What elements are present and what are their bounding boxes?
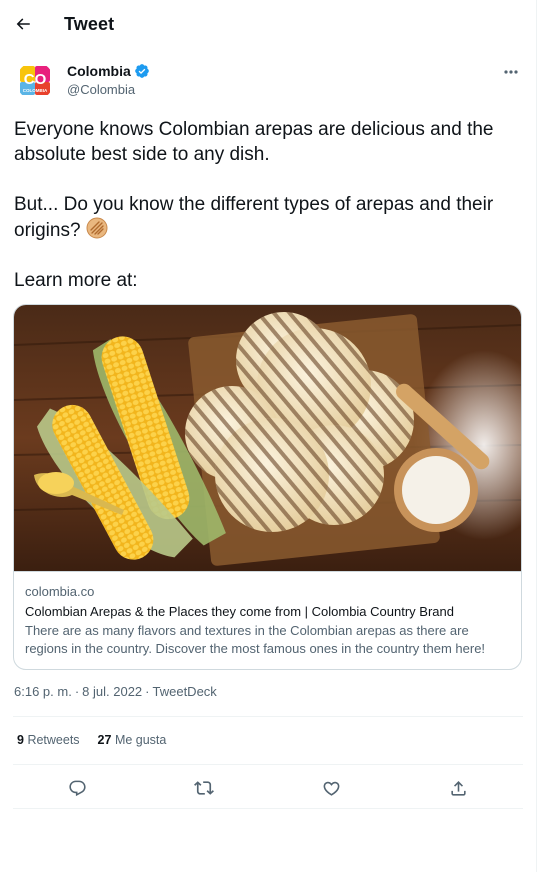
card-domain: colombia.co bbox=[25, 584, 95, 599]
meta-separator: · bbox=[145, 684, 150, 699]
tweet-date[interactable]: 8 jul. 2022 bbox=[82, 684, 142, 699]
author-handle[interactable]: @Colombia bbox=[67, 82, 135, 97]
card-image bbox=[14, 305, 521, 571]
author-name-text: Colombia bbox=[67, 63, 131, 79]
meta-separator: · bbox=[74, 684, 80, 699]
share-button[interactable] bbox=[444, 774, 472, 802]
tweet-stats: 9 Retweets 27 Me gusta bbox=[17, 733, 166, 747]
verified-badge-icon bbox=[134, 63, 150, 79]
tweet-actions bbox=[13, 766, 523, 808]
tweet-paragraph-2: But... Do you know the different types o… bbox=[14, 192, 519, 243]
likes-count: 27 bbox=[97, 733, 112, 747]
retweets-stat[interactable]: 9 Retweets bbox=[17, 733, 80, 747]
share-icon bbox=[449, 779, 468, 798]
avatar[interactable]: CO COLOMBIA bbox=[16, 62, 54, 100]
tweet-time[interactable]: 6:16 p. m. bbox=[14, 684, 72, 699]
back-button[interactable] bbox=[8, 9, 38, 39]
retweet-icon bbox=[194, 778, 214, 798]
tweet-meta: 6:16 p. m. · 8 jul. 2022 · TweetDeck bbox=[14, 684, 217, 699]
page-header: Tweet bbox=[0, 0, 537, 50]
svg-text:COLOMBIA: COLOMBIA bbox=[23, 88, 48, 93]
retweets-label: Retweets bbox=[27, 733, 80, 747]
like-button[interactable] bbox=[317, 774, 345, 802]
more-options-button[interactable] bbox=[496, 62, 526, 82]
more-dots-icon bbox=[503, 69, 519, 75]
svg-text:CO: CO bbox=[24, 71, 47, 88]
likes-stat[interactable]: 27 Me gusta bbox=[98, 733, 167, 747]
tweet-text: Everyone knows Colombian arepas are deli… bbox=[14, 117, 519, 293]
link-preview-card[interactable]: colombia.co Colombian Arepas & the Place… bbox=[13, 304, 522, 670]
retweet-button[interactable] bbox=[190, 774, 218, 802]
tweet-paragraph-3: Learn more at: bbox=[14, 270, 138, 291]
card-title: Colombian Arepas & the Places they come … bbox=[25, 604, 454, 619]
arepas-corn-photo bbox=[14, 305, 521, 571]
tweet-author: CO COLOMBIA Colombia @Colombia bbox=[16, 62, 526, 102]
likes-label: Me gusta bbox=[114, 733, 167, 747]
tweet-paragraph-1: Everyone knows Colombian arepas are deli… bbox=[14, 119, 494, 165]
card-description: There are as many flavors and textures i… bbox=[25, 623, 486, 656]
arrow-left-icon bbox=[14, 15, 32, 33]
reply-icon bbox=[68, 779, 87, 798]
card-body: colombia.co Colombian Arepas & the Place… bbox=[14, 571, 521, 669]
colombia-brand-logo: CO COLOMBIA bbox=[18, 65, 52, 97]
divider bbox=[13, 716, 523, 717]
page-title: Tweet bbox=[64, 14, 115, 34]
reply-button[interactable] bbox=[63, 774, 91, 802]
retweets-count: 9 bbox=[17, 733, 24, 747]
author-name[interactable]: Colombia bbox=[67, 63, 150, 79]
tweet-page: Tweet CO COLOMBIA Colombia @Colombia Eve… bbox=[0, 0, 537, 872]
like-icon bbox=[322, 779, 341, 798]
divider bbox=[13, 808, 523, 809]
tweet-source[interactable]: TweetDeck bbox=[153, 684, 217, 699]
arepa-emoji-icon bbox=[86, 217, 108, 239]
divider bbox=[13, 764, 523, 765]
